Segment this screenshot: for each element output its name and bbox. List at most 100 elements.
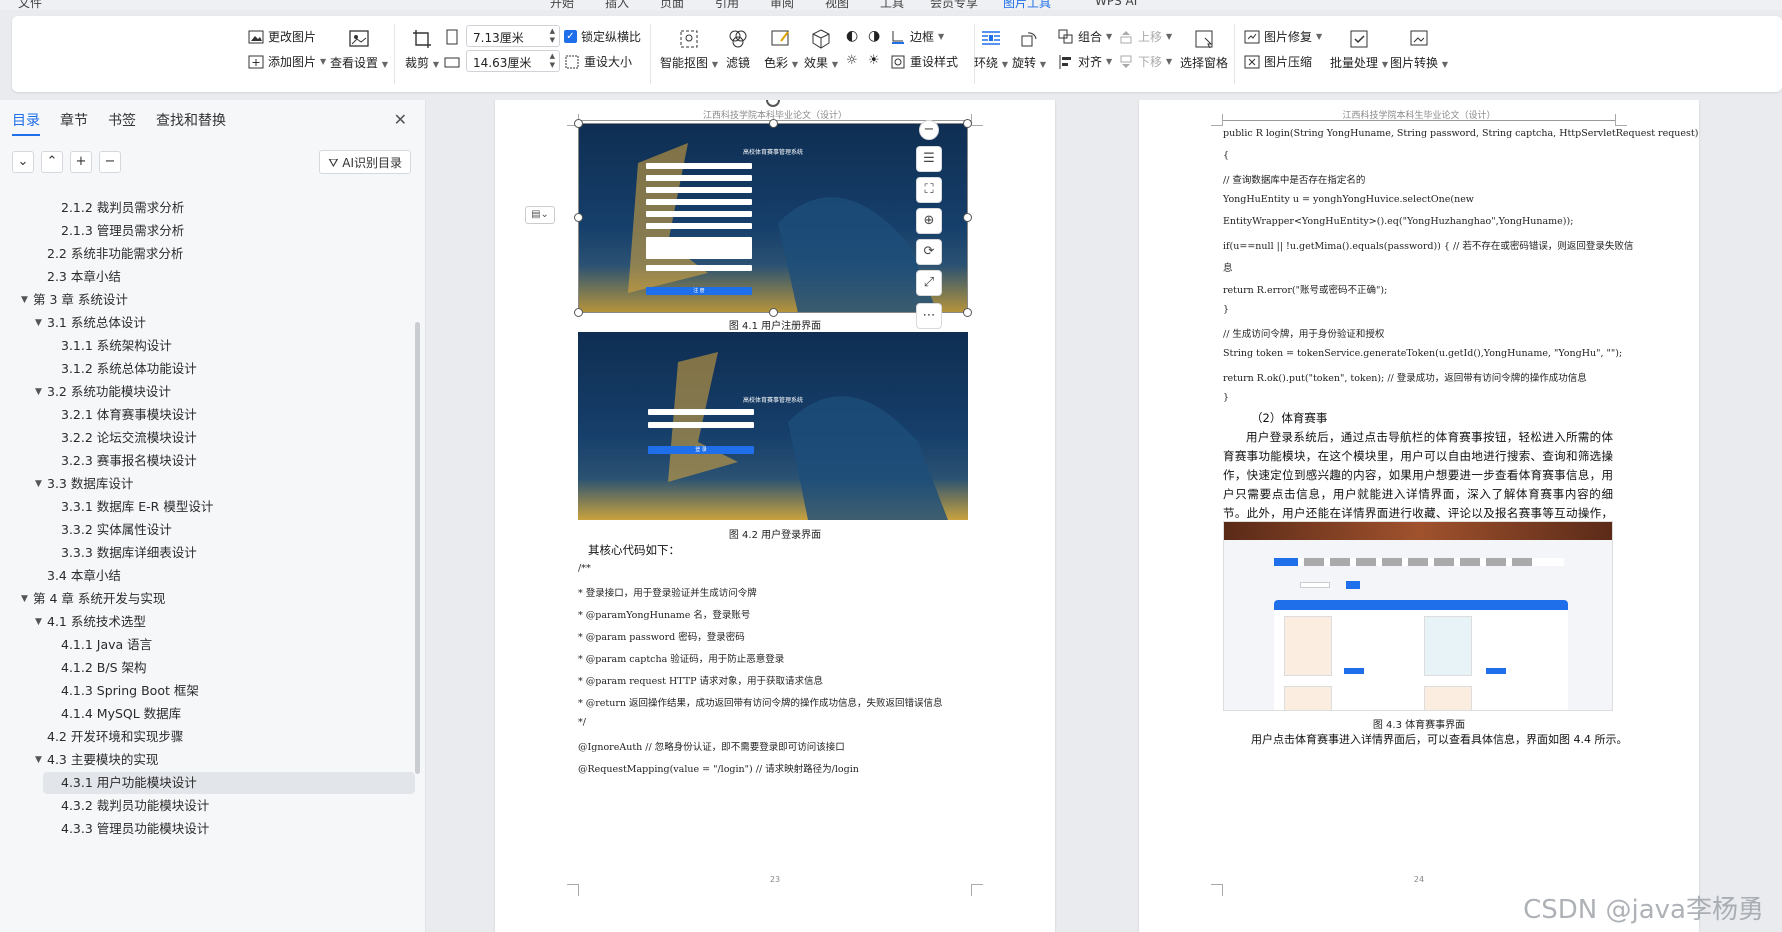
close-icon[interactable]: ✕ (394, 110, 407, 129)
toc-item[interactable]: 4.1.4 MySQL 数据库 (0, 703, 416, 725)
rotate-button[interactable]: 旋转 ▼ (1012, 28, 1046, 71)
resize-handle[interactable] (574, 119, 583, 128)
resize-handle[interactable] (963, 119, 972, 128)
fit-icon[interactable]: ⤢ (916, 270, 942, 296)
toc-item[interactable]: 4.1.3 Spring Boot 框架 (0, 680, 416, 702)
color-button[interactable]: 色彩 ▼ (764, 28, 798, 71)
tab-bookmarks[interactable]: 书签 (108, 110, 136, 136)
toc-item[interactable]: ▼ 第 3 章 系统设计 (0, 289, 416, 311)
toc-item[interactable]: 4.3.2 裁判员功能模块设计 (0, 795, 416, 817)
expand-arrow-icon[interactable]: ▼ (35, 749, 42, 771)
menu-review[interactable]: 审阅 (770, 0, 794, 10)
resize-handle[interactable] (574, 213, 583, 222)
toc-item[interactable]: 4.1.1 Java 语言 (0, 634, 416, 656)
toc-item-selected[interactable]: 4.3.1 用户功能模块设计 (43, 772, 415, 794)
spinner-icon[interactable]: ▲ ▼ (550, 27, 555, 45)
toc-item[interactable]: 2.2 系统非功能需求分析 (0, 243, 416, 265)
toc-item[interactable]: 3.3.2 实体属性设计 (0, 519, 416, 541)
menu-reference[interactable]: 引用 (715, 0, 739, 10)
zoom-in-icon[interactable]: ⊕ (916, 208, 942, 234)
zoom-out-icon[interactable]: − (919, 120, 939, 140)
brightness-up-button[interactable]: ◐ (846, 28, 858, 44)
toc-item[interactable]: ▼ 4.1 系统技术选型 (0, 611, 416, 633)
toc-item[interactable]: 3.3.1 数据库 E-R 模型设计 (0, 496, 416, 518)
ai-toc-button[interactable]: ⛛ AI识别目录 (319, 150, 411, 174)
brightness-down-button[interactable]: ☼ (846, 53, 858, 68)
menu-view[interactable]: 视图 (825, 0, 849, 10)
collapse-icon[interactable]: ⌄ (12, 151, 34, 173)
tab-find-replace[interactable]: 查找和替换 (156, 110, 226, 136)
image-repair-button[interactable]: 图片修复 ▼ (1244, 28, 1322, 45)
toc-item[interactable]: 3.2.3 赛事报名模块设计 (0, 450, 416, 472)
toc-item[interactable]: 3.1.1 系统架构设计 (0, 335, 416, 357)
move-up-button[interactable]: 上移 ▼ (1118, 28, 1172, 45)
toc-item[interactable]: 3.2.2 论坛交流模块设计 (0, 427, 416, 449)
spinner-icon[interactable]: ▲ ▼ (550, 52, 555, 70)
toc-item[interactable]: 2.3 本章小结 (0, 266, 416, 288)
layout-options-icon[interactable]: ▤⌄ (525, 206, 555, 224)
toc-item[interactable]: ▼ 3.1 系统总体设计 (0, 312, 416, 334)
menu-file[interactable]: 文件 (18, 0, 42, 10)
smart-cutout-button[interactable]: 智能抠图 ▼ (660, 28, 718, 71)
resize-handle[interactable] (769, 119, 778, 128)
align-button[interactable]: 对齐 ▼ (1058, 53, 1112, 70)
expand-arrow-icon[interactable]: ▼ (35, 381, 42, 403)
resize-handle[interactable] (574, 308, 583, 317)
crop-button[interactable]: 裁剪 ▼ (405, 28, 439, 71)
view-settings-button[interactable]: 查看设置 ▼ (330, 28, 388, 71)
expand-arrow-icon[interactable]: ▼ (21, 289, 28, 311)
sharpness-button[interactable]: ☀ (868, 53, 880, 68)
reset-style-button[interactable]: 重设样式 (890, 53, 958, 70)
toc-item[interactable]: 2.1.2 裁判员需求分析 (0, 197, 416, 219)
tab-sections[interactable]: 章节 (60, 110, 88, 136)
menu-tools[interactable]: 工具 (880, 0, 904, 10)
wrap-button[interactable]: 环绕 ▼ (974, 28, 1008, 71)
rotate-handle-icon[interactable] (766, 100, 780, 107)
change-image-button[interactable]: 更改图片 (248, 28, 316, 45)
reset-size-button[interactable]: 重设大小 (564, 53, 632, 70)
toc-item[interactable]: 4.3.3 管理员功能模块设计 (0, 818, 416, 840)
menu-page[interactable]: 页面 (660, 0, 684, 10)
toc-item[interactable]: 4.2 开发环境和实现步骤 (0, 726, 416, 748)
expand-arrow-icon[interactable]: ▼ (35, 611, 42, 633)
expand-arrow-icon[interactable]: ▼ (21, 588, 28, 610)
add-heading-icon[interactable]: + (70, 151, 92, 173)
resize-handle[interactable] (963, 308, 972, 317)
toc-item[interactable]: 3.3.3 数据库详细表设计 (0, 542, 416, 564)
image-convert-button[interactable]: 图片转换 ▼ (1390, 28, 1448, 71)
toc-item[interactable]: ▼ 3.2 系统功能模块设计 (0, 381, 416, 403)
menu-wps-ai[interactable]: WPS AI (1095, 0, 1137, 8)
resize-handle[interactable] (963, 213, 972, 222)
remove-heading-icon[interactable]: − (99, 151, 121, 173)
expand-icon[interactable]: ⌃ (41, 151, 63, 173)
toc-item[interactable]: 3.1.2 系统总体功能设计 (0, 358, 416, 380)
rotate-icon[interactable]: ⟳ (916, 239, 942, 265)
tab-toc[interactable]: 目录 (12, 110, 40, 136)
selection-pane-button[interactable]: 选择窗格 (1180, 28, 1228, 71)
toc-item[interactable]: ▼ 4.3 主要模块的实现 (0, 749, 416, 771)
more-icon[interactable]: ⋯ (916, 303, 942, 329)
filter-button[interactable]: 滤镜 (726, 28, 750, 71)
image-compress-button[interactable]: 图片压缩 (1244, 53, 1312, 70)
border-button[interactable]: 边框 ▼ (890, 28, 944, 45)
contrast-button[interactable]: ◑ (868, 28, 880, 44)
height-input[interactable]: 7.13厘米 ▲ ▼ (466, 25, 560, 47)
lock-ratio-checkbox[interactable]: ✓ 锁定纵横比 (564, 28, 641, 45)
menu-home[interactable]: 开始 (550, 0, 574, 10)
add-image-button[interactable]: 添加图片 ▼ (248, 53, 326, 70)
toc-item[interactable]: 4.1.2 B/S 架构 (0, 657, 416, 679)
layout-icon[interactable]: ☰ (916, 146, 942, 172)
resize-handle[interactable] (769, 308, 778, 317)
toc-item[interactable]: ▼ 第 4 章 系统开发与实现 (0, 588, 416, 610)
menu-member[interactable]: 会员专享 (930, 0, 978, 10)
expand-arrow-icon[interactable]: ▼ (35, 312, 42, 334)
expand-arrow-icon[interactable]: ▼ (35, 473, 42, 495)
batch-process-button[interactable]: 批量处理 ▼ (1330, 28, 1388, 71)
toc-item[interactable]: ▼ 3.3 数据库设计 (0, 473, 416, 495)
group-button[interactable]: 组合 ▼ (1058, 28, 1112, 45)
crop-icon[interactable]: ⛶ (916, 177, 942, 203)
width-input[interactable]: 14.63厘米 ▲ ▼ (466, 50, 560, 72)
toc-item[interactable]: 3.2.1 体育赛事模块设计 (0, 404, 416, 426)
effects-button[interactable]: 效果 ▼ (804, 28, 838, 71)
menu-insert[interactable]: 插入 (605, 0, 629, 10)
